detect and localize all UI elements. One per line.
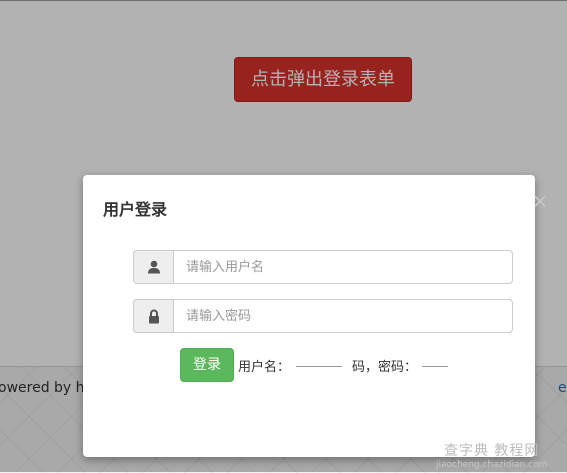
lock-icon: [133, 299, 173, 333]
close-icon[interactable]: ×: [530, 191, 550, 212]
watermark-line1: 查字典 教程网: [443, 443, 540, 459]
user-icon: [133, 250, 173, 284]
hint-password-value: [422, 354, 448, 367]
hint-username-value: [296, 354, 342, 367]
password-input[interactable]: [173, 299, 513, 333]
username-input-group: [133, 250, 513, 284]
hint-username-label: 用户名：: [238, 360, 291, 375]
watermark-line2: jiaocheng.chazidian.com: [436, 460, 548, 470]
modal-title: 用户登录: [103, 200, 168, 219]
site-watermark: 查字典 教程网 jiaocheng.chazidian.com: [436, 440, 547, 470]
password-input-group: [133, 299, 513, 333]
login-button[interactable]: 登录: [180, 348, 234, 382]
username-input[interactable]: [173, 250, 513, 284]
hint-password-label: 码，密码：: [352, 360, 418, 375]
